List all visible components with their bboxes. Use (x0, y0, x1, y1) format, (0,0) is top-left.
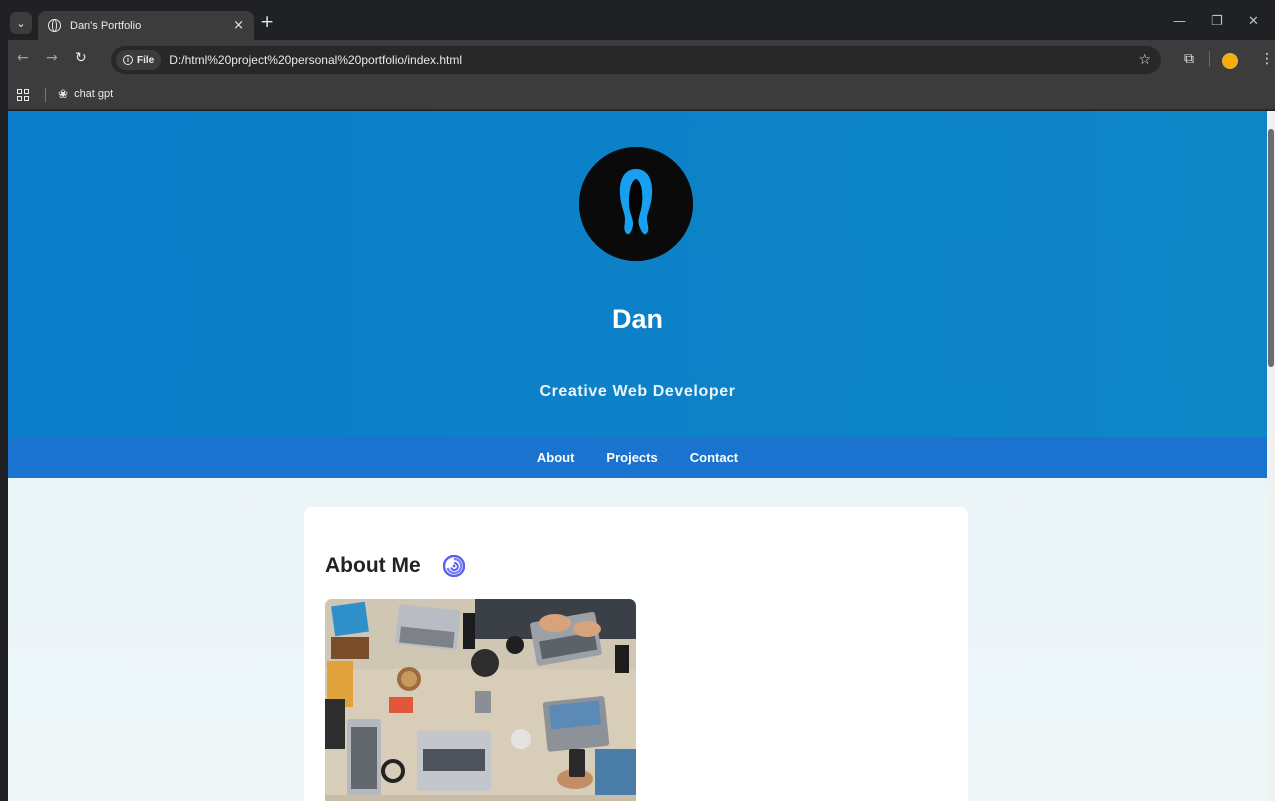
browser-window: ⌄ Dan's Portfolio × + — ❐ ✕ ← → ↻ i File… (8, 8, 1275, 801)
site-chip-label: File (137, 54, 155, 66)
info-icon: i (123, 55, 133, 65)
about-title: About Me (325, 554, 421, 577)
nav-item-projects[interactable]: Projects (606, 450, 657, 465)
minimize-icon[interactable]: — (1173, 14, 1186, 29)
nav-item-about[interactable]: About (537, 450, 575, 465)
cyclone-icon (443, 555, 465, 577)
avatar-icon[interactable] (1222, 53, 1238, 69)
reload-icon[interactable]: ↻ (75, 51, 87, 65)
bookmark-chat-gpt[interactable]: ❀ chat gpt (58, 87, 113, 101)
puzzle-icon[interactable]: ⧉ (1184, 52, 1194, 66)
hero-name: Dan (611, 304, 663, 334)
tab-portfolio[interactable]: Dan's Portfolio × (38, 11, 254, 40)
url-text: D:/html%20project%20personal%20portfolio… (169, 53, 463, 67)
toolbar: ← → ↻ i File D:/html%20project%20persona… (8, 40, 1275, 80)
tab-strip: ⌄ Dan's Portfolio × + — ❐ ✕ (8, 8, 1275, 40)
about-photo (325, 599, 636, 801)
bookmarks-bar: ❀ chat gpt (8, 80, 1275, 110)
window-close-icon[interactable]: ✕ (1248, 14, 1259, 29)
hero-header: Dan Creative Web Developer (8, 111, 1267, 437)
kebab-icon[interactable]: ⋮ (1260, 52, 1274, 66)
close-icon[interactable]: × (233, 18, 244, 33)
chatgpt-icon: ❀ (58, 87, 69, 101)
globe-icon (48, 19, 61, 32)
address-bar[interactable]: i File D:/html%20project%20personal%20po… (111, 46, 1161, 74)
hero-role: Creative Web Developer (539, 383, 736, 400)
avatar (579, 147, 693, 261)
page-scrollbar[interactable] (1267, 111, 1275, 801)
bookmark-divider (45, 88, 46, 102)
restore-icon[interactable]: ❐ (1211, 14, 1223, 29)
star-icon[interactable]: ☆ (1138, 52, 1151, 68)
chevron-down-icon[interactable]: ⌄ (10, 12, 32, 34)
scrollbar-thumb[interactable] (1268, 129, 1274, 367)
arrow-right-icon[interactable]: → (46, 51, 58, 65)
site-info-chip[interactable]: i File (116, 50, 162, 70)
arrow-left-icon[interactable]: ← (17, 51, 29, 65)
apps-grid-icon[interactable] (17, 89, 29, 101)
new-tab-button[interactable]: + (260, 14, 274, 31)
nav-item-contact[interactable]: Contact (690, 450, 738, 465)
page-viewport[interactable]: Dan Creative Web Developer About Project… (8, 111, 1267, 801)
workspace-photo-image (325, 599, 636, 801)
bookmark-label: chat gpt (74, 88, 114, 100)
site-nav: About Projects Contact (8, 437, 1267, 478)
tab-title: Dan's Portfolio (70, 19, 142, 32)
avatar-silhouette-icon (579, 147, 693, 261)
toolbar-divider (1209, 51, 1210, 67)
about-card: About Me (304, 507, 968, 801)
